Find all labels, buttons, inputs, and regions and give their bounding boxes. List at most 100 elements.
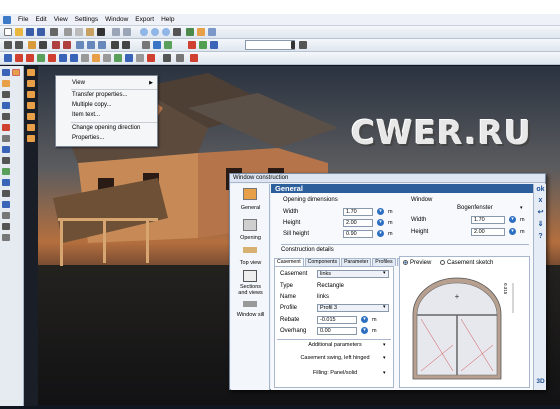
left-tool-4-icon[interactable] xyxy=(2,91,10,98)
left-tool-12-icon[interactable] xyxy=(2,179,10,186)
open-icon[interactable] xyxy=(15,28,23,36)
ctx-transfer-properties[interactable]: Transfer properties... xyxy=(72,92,127,98)
tool-16-icon[interactable] xyxy=(176,54,184,62)
zoom-in-icon[interactable] xyxy=(140,28,148,36)
tool-10-icon[interactable] xyxy=(103,54,111,62)
additional-parameters[interactable]: Additional parameters xyxy=(276,342,394,348)
side-tool-7-icon[interactable] xyxy=(27,135,35,142)
tool-2-icon[interactable] xyxy=(15,54,23,62)
tool-3-icon[interactable] xyxy=(26,54,34,62)
nav-opening[interactable]: Opening xyxy=(231,235,270,241)
3d-button[interactable]: 3D xyxy=(535,378,546,385)
opening-height-input[interactable]: 2.00 xyxy=(343,219,373,227)
window-height-stepper[interactable]: ▾ xyxy=(509,228,516,235)
window-width-input[interactable]: 1.70 xyxy=(471,216,505,224)
side-tool-5-icon[interactable] xyxy=(27,113,35,120)
menu-window[interactable]: Window xyxy=(105,16,128,23)
tool-15-icon[interactable] xyxy=(163,54,171,62)
tab-casement[interactable]: Casement xyxy=(274,258,304,266)
nav-top-view[interactable]: Top view xyxy=(231,260,270,266)
stair-icon[interactable] xyxy=(98,41,106,49)
expand-icon[interactable]: ▾ xyxy=(383,370,386,376)
profile-dropdown-icon[interactable]: ▾ xyxy=(383,304,386,310)
left-tool-17-icon[interactable] xyxy=(2,234,10,241)
left-tool-7-icon[interactable] xyxy=(2,124,10,131)
select-icon[interactable] xyxy=(4,54,12,62)
casement-opening-type[interactable]: Casement swing, left hinged xyxy=(276,355,394,361)
left-tool-8-icon[interactable] xyxy=(2,135,10,142)
layer-combo[interactable] xyxy=(245,40,295,50)
opening-width-input[interactable]: 1.70 xyxy=(343,208,373,216)
left-tool-10-icon[interactable] xyxy=(2,157,10,164)
tool-5-icon[interactable] xyxy=(48,54,56,62)
name-value[interactable]: links xyxy=(317,294,329,300)
nav-sections-views[interactable]: Sections and views xyxy=(231,284,270,296)
copy-icon[interactable] xyxy=(75,28,83,36)
opening-icon[interactable] xyxy=(243,219,257,231)
zoom-out-icon[interactable] xyxy=(151,28,159,36)
menu-edit[interactable]: Edit xyxy=(35,16,46,23)
side-tool-3-icon[interactable] xyxy=(27,91,35,98)
paste-icon[interactable] xyxy=(86,28,94,36)
overhang-stepper[interactable]: ▾ xyxy=(361,327,368,334)
menu-view[interactable]: View xyxy=(54,16,68,23)
left-tool-13-icon[interactable] xyxy=(2,190,10,197)
profile-select[interactable]: Profil 3 xyxy=(317,304,389,312)
cut-icon[interactable] xyxy=(64,28,72,36)
menu-help[interactable]: Help xyxy=(161,16,174,23)
layout-icon[interactable] xyxy=(186,28,194,36)
menu-file[interactable]: File xyxy=(18,16,28,23)
sections-icon[interactable] xyxy=(243,270,257,282)
menu-export[interactable]: Export xyxy=(135,16,154,23)
floor-3d-icon[interactable] xyxy=(15,41,23,49)
left-tool-2-icon[interactable] xyxy=(12,69,20,76)
wall-icon[interactable] xyxy=(52,41,60,49)
side-tool-1-icon[interactable] xyxy=(27,69,35,76)
expand-icon[interactable]: ▾ xyxy=(383,355,386,361)
left-tool-3-icon[interactable] xyxy=(2,80,10,87)
render-icon[interactable] xyxy=(122,41,130,49)
window-type-dropdown-icon[interactable]: ▾ xyxy=(520,205,523,211)
lock-icon[interactable] xyxy=(299,41,307,49)
left-tool-14-icon[interactable] xyxy=(2,201,10,208)
window-height-input[interactable]: 2.00 xyxy=(471,228,505,236)
tab-parameter[interactable]: Parameter xyxy=(341,258,372,266)
texture-icon[interactable] xyxy=(210,41,218,49)
save-icon[interactable] xyxy=(26,28,34,36)
casement-select[interactable]: links xyxy=(317,270,389,278)
window-type-value[interactable]: Bogenfenster xyxy=(457,205,493,211)
expand-icon[interactable]: ▾ xyxy=(383,342,386,348)
view-3d-icon[interactable] xyxy=(197,28,205,36)
side-tool-6-icon[interactable] xyxy=(27,124,35,131)
ctx-change-opening-direction[interactable]: Change opening direction xyxy=(72,125,140,131)
material-icon[interactable] xyxy=(153,41,161,49)
apply-icon[interactable]: ⇓ xyxy=(535,220,546,228)
window-icon[interactable] xyxy=(76,41,84,49)
nav-window-sill[interactable]: Window sill xyxy=(231,312,270,318)
general-icon[interactable] xyxy=(243,188,257,200)
print-icon[interactable] xyxy=(50,28,58,36)
tab-components[interactable]: Components xyxy=(304,258,341,266)
tool-9-icon[interactable] xyxy=(92,54,100,62)
floor-2d-icon[interactable] xyxy=(4,41,12,49)
overhang-input[interactable]: 0.00 xyxy=(317,327,357,335)
zoom-all-icon[interactable] xyxy=(173,28,181,36)
redo-icon[interactable] xyxy=(123,28,131,36)
tool-6-icon[interactable] xyxy=(59,54,67,62)
rebate-input[interactable]: -0.015 xyxy=(317,316,357,324)
door-icon[interactable] xyxy=(87,41,95,49)
ctx-view[interactable]: View xyxy=(72,80,85,86)
tool-11-icon[interactable] xyxy=(114,54,122,62)
opening-width-stepper[interactable]: ▾ xyxy=(377,208,384,215)
tool-7-icon[interactable] xyxy=(70,54,78,62)
radio-preview-dot[interactable] xyxy=(403,260,408,265)
tool-13-icon[interactable] xyxy=(136,54,144,62)
radio-preview[interactable]: Preview xyxy=(403,260,431,266)
new-icon[interactable] xyxy=(4,28,12,36)
tab-profiles[interactable]: Profiles xyxy=(372,258,396,266)
window-width-stepper[interactable]: ▾ xyxy=(509,216,516,223)
radio-casement-sketch[interactable]: Casement sketch xyxy=(440,260,493,266)
cancel-button[interactable]: x xyxy=(535,197,546,204)
opening-height-stepper[interactable]: ▾ xyxy=(377,219,384,226)
settings-icon[interactable] xyxy=(142,41,150,49)
